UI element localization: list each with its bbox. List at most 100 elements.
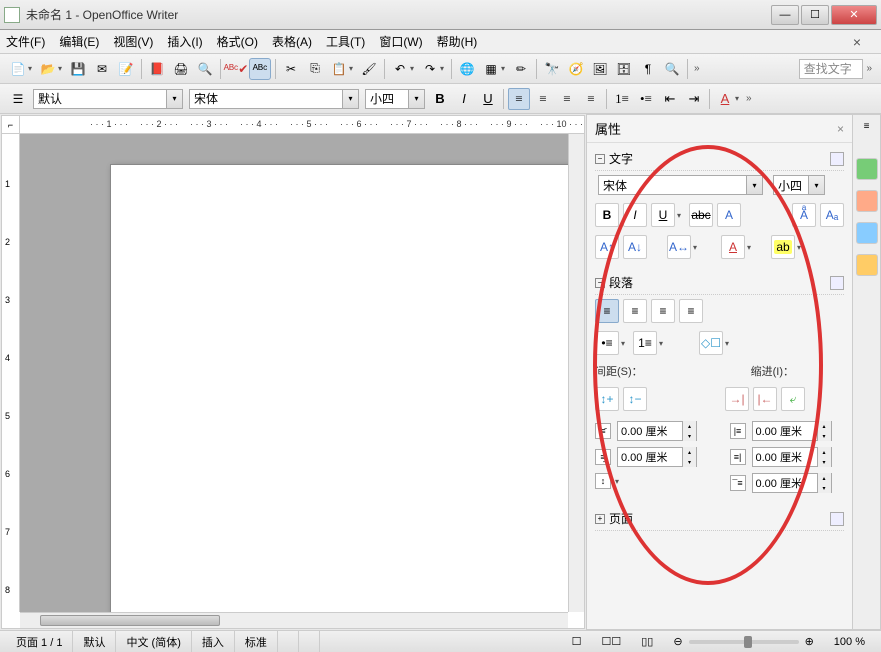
hscroll-thumb[interactable] — [40, 615, 220, 626]
side-size-combo[interactable]: 小四▾ — [773, 175, 825, 195]
horizontal-ruler[interactable]: · · · 1 · · ·· · · 2 · · ·· · · 3 · · ··… — [20, 116, 584, 134]
side-align-left-button[interactable]: ≡ — [595, 299, 619, 323]
number-list-button[interactable]: 1≡ — [611, 88, 633, 110]
paragraph-style-combo[interactable]: 默认▾ — [33, 89, 183, 109]
bullet-list-button[interactable]: •≡ — [635, 88, 657, 110]
sidebar-tab-navigator[interactable] — [856, 254, 878, 276]
section-text-options-icon[interactable] — [830, 152, 844, 166]
toolbar-overflow-icon[interactable]: » — [694, 63, 700, 74]
styles-button[interactable]: ☰ — [7, 88, 29, 110]
menu-format[interactable]: 格式(O) — [217, 33, 258, 50]
menu-help[interactable]: 帮助(H) — [437, 33, 478, 50]
indent-right-spinner[interactable]: 0.00 厘米▴▾ — [752, 447, 832, 467]
format-paintbrush-button[interactable]: 🖌 — [358, 58, 380, 80]
zoom-percent[interactable]: 100 % — [824, 631, 875, 652]
open-button[interactable]: 📂 — [37, 58, 59, 80]
align-right-button[interactable]: ≡ — [556, 88, 578, 110]
sidebar-tab-gallery[interactable] — [856, 222, 878, 244]
side-superscript-button[interactable]: Aͣ — [792, 203, 816, 227]
find-toolbar-input[interactable]: 查找文字 — [799, 59, 864, 79]
find-button[interactable]: 🔭 — [541, 58, 563, 80]
minimize-button[interactable]: — — [771, 5, 799, 25]
zoom-slider[interactable] — [689, 640, 799, 644]
side-align-right-button[interactable]: ≡ — [651, 299, 675, 323]
align-left-button[interactable]: ≡ — [508, 88, 530, 110]
spellcheck-button[interactable]: ᴬᴮᶜ✔ — [225, 58, 247, 80]
table-button[interactable]: ▦ — [480, 58, 502, 80]
zoom-out-icon[interactable]: ⊖ — [673, 635, 682, 648]
redo-button[interactable]: ↷ — [419, 58, 441, 80]
gallery-button[interactable]: 🖼 — [589, 58, 611, 80]
menu-tools[interactable]: 工具(T) — [326, 33, 365, 50]
document-canvas[interactable] — [20, 134, 568, 612]
new-doc-button[interactable]: 📄 — [7, 58, 29, 80]
section-para-header[interactable]: − 段落 — [595, 271, 844, 295]
side-strike-button[interactable]: abc — [689, 203, 713, 227]
vertical-ruler[interactable]: 12345678 — [2, 134, 20, 612]
side-fontcolor-button[interactable]: A — [721, 235, 745, 259]
hyperlink-button[interactable]: 🌐 — [456, 58, 478, 80]
font-size-combo[interactable]: 小四▾ — [365, 89, 425, 109]
inc-indent-button[interactable]: →| — [725, 387, 749, 411]
section-text-header[interactable]: − 文字 — [595, 147, 844, 171]
view-book-icon[interactable]: ▯▯ — [631, 631, 663, 652]
sidebar-tab-properties[interactable] — [856, 158, 878, 180]
menu-file[interactable]: 文件(F) — [6, 33, 45, 50]
side-grow-button[interactable]: A↑ — [595, 235, 619, 259]
cut-button[interactable]: ✂ — [280, 58, 302, 80]
font-name-combo[interactable]: 宋体▾ — [189, 89, 359, 109]
dec-spacing-button[interactable]: ↕− — [623, 387, 647, 411]
vertical-scrollbar[interactable] — [568, 134, 584, 612]
collapse-icon[interactable]: − — [595, 278, 605, 288]
bold-button[interactable]: B — [429, 88, 451, 110]
sidebar-settings-icon[interactable]: ≡ — [864, 121, 870, 132]
increase-indent-button[interactable]: ⇥ — [683, 88, 705, 110]
close-button[interactable]: ✕ — [831, 5, 877, 25]
undo-button[interactable]: ↶ — [389, 58, 411, 80]
collapse-icon[interactable]: − — [595, 154, 605, 164]
zoom-in-icon[interactable]: ⊕ — [805, 635, 814, 648]
side-underline-button[interactable]: U — [651, 203, 675, 227]
indent-left-spinner[interactable]: 0.00 厘米▴▾ — [752, 421, 832, 441]
font-color-button[interactable]: A — [714, 88, 736, 110]
menu-edit[interactable]: 编辑(E) — [59, 33, 99, 50]
view-single-icon[interactable]: ☐ — [562, 631, 592, 652]
side-numbers-button[interactable]: 1≡ — [633, 331, 657, 355]
menu-window[interactable]: 窗口(W) — [379, 33, 422, 50]
menu-view[interactable]: 视图(V) — [113, 33, 153, 50]
maximize-button[interactable]: ☐ — [801, 5, 829, 25]
menu-table[interactable]: 表格(A) — [272, 33, 312, 50]
decrease-indent-button[interactable]: ⇤ — [659, 88, 681, 110]
side-shadow-button[interactable]: A — [717, 203, 741, 227]
side-spacing-button[interactable]: A↔ — [667, 235, 691, 259]
section-page-options-icon[interactable] — [830, 512, 844, 526]
sidebar-tab-styles[interactable] — [856, 190, 878, 212]
side-bold-button[interactable]: B — [595, 203, 619, 227]
space-below-spinner[interactable]: 0.00 厘米▴▾ — [617, 447, 697, 467]
side-font-combo[interactable]: 宋体▾ — [598, 175, 763, 195]
document-close-icon[interactable]: × — [853, 34, 861, 50]
datasource-button[interactable]: 🗄 — [613, 58, 635, 80]
indent-first-spinner[interactable]: 0.00 厘米▴▾ — [752, 473, 832, 493]
zoom-button[interactable]: 🔍 — [661, 58, 683, 80]
view-multi-icon[interactable]: ☐☐ — [592, 631, 632, 652]
status-insert-mode[interactable]: 插入 — [192, 631, 235, 652]
underline-button[interactable]: U — [477, 88, 499, 110]
print-button[interactable]: 🖨 — [170, 58, 192, 80]
formatting-overflow-icon[interactable]: » — [746, 93, 752, 104]
side-subscript-button[interactable]: Aₐ — [820, 203, 844, 227]
align-center-button[interactable]: ≡ — [532, 88, 554, 110]
expand-icon[interactable]: + — [595, 514, 605, 524]
edit-file-button[interactable]: 📝 — [115, 58, 137, 80]
side-shrink-button[interactable]: A↓ — [623, 235, 647, 259]
navigator-button[interactable]: 🧭 — [565, 58, 587, 80]
status-language[interactable]: 中文 (简体) — [116, 631, 191, 652]
section-page-header[interactable]: + 页面 — [595, 507, 844, 531]
export-pdf-button[interactable]: 📕 — [146, 58, 168, 80]
paste-button[interactable]: 📋 — [328, 58, 350, 80]
nonprinting-button[interactable]: ¶ — [637, 58, 659, 80]
status-style[interactable]: 默认 — [73, 631, 116, 652]
preview-button[interactable]: 🔍 — [194, 58, 216, 80]
dec-indent-button[interactable]: |← — [753, 387, 777, 411]
side-highlight-button[interactable]: ab — [771, 235, 795, 259]
